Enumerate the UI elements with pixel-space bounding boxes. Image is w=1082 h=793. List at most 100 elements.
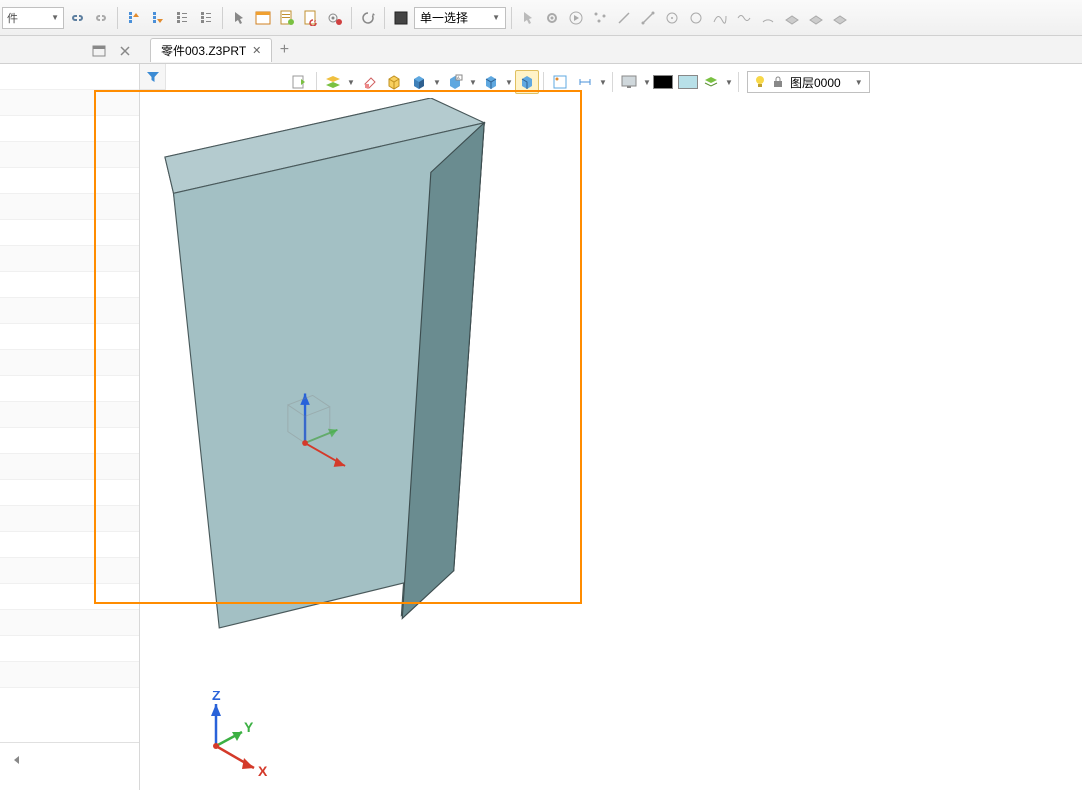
tree-row[interactable] [0, 662, 139, 688]
dropdown-arrow-icon[interactable]: ▼ [346, 78, 356, 87]
svg-text:A: A [457, 75, 460, 80]
chevron-down-icon: ▼ [492, 13, 500, 22]
left-panel-rows [0, 64, 139, 742]
layers-icon[interactable] [699, 70, 723, 94]
tree-row[interactable] [0, 272, 139, 298]
tree-row[interactable] [0, 454, 139, 480]
tab-add-button[interactable]: + [274, 40, 294, 60]
surface-icon-1[interactable] [781, 7, 803, 29]
tree-row[interactable] [0, 194, 139, 220]
circle-icon[interactable] [685, 7, 707, 29]
viewport[interactable]: ▼ ▼ A ▼ ▼ ▼ ▼ ▼ 图层0000 [140, 64, 1082, 790]
dropdown-arrow-icon[interactable]: ▼ [468, 78, 478, 87]
view-plane-icon[interactable] [548, 70, 572, 94]
dropdown-arrow-icon[interactable]: ▼ [642, 78, 652, 87]
window-orange-icon[interactable] [252, 7, 274, 29]
cube-shaded-icon[interactable] [407, 70, 431, 94]
filter-funnel-button[interactable] [140, 64, 166, 90]
collapse-left-icon[interactable] [6, 749, 28, 771]
color-swatch-black[interactable] [653, 75, 673, 89]
tree-row[interactable] [0, 402, 139, 428]
document-tab[interactable]: 零件003.Z3PRT ✕ [150, 38, 272, 62]
arc-icon[interactable] [757, 7, 779, 29]
tree-row[interactable] [0, 64, 139, 90]
layer-dropdown[interactable]: 图层0000 ▼ [747, 71, 870, 93]
selection-filter-label: 单一选择 [420, 9, 468, 26]
selection-filter-dropdown[interactable]: 单一选择 ▼ [414, 7, 506, 29]
cube-wireframe-icon[interactable] [382, 70, 406, 94]
dropdown-arrow-icon[interactable]: ▼ [598, 78, 608, 87]
tree-row[interactable] [0, 298, 139, 324]
cursor-icon[interactable] [228, 7, 250, 29]
solid-model [140, 98, 1082, 790]
dropdown-arrow-icon[interactable]: ▼ [724, 78, 734, 87]
monitor-icon[interactable] [617, 70, 641, 94]
tree-row[interactable] [0, 532, 139, 558]
sort-asc-icon[interactable] [123, 7, 145, 29]
color-swatch-cyan[interactable] [678, 75, 698, 89]
tree-row[interactable] [0, 350, 139, 376]
tree-row[interactable] [0, 246, 139, 272]
sort-desc-icon[interactable] [147, 7, 169, 29]
part-type-dropdown[interactable]: 件 ▼ [2, 7, 64, 29]
chevron-down-icon: ▼ [51, 13, 59, 22]
surface-icon-3[interactable] [829, 7, 851, 29]
tree-row[interactable] [0, 376, 139, 402]
link-icon[interactable] [66, 7, 88, 29]
tab-bar: 零件003.Z3PRT ✕ + [0, 36, 1082, 64]
left-panel [0, 64, 140, 790]
canvas-3d[interactable]: X Y Z [140, 98, 1082, 790]
document-new-icon[interactable] [276, 7, 298, 29]
cube-highlighted-icon[interactable] [515, 70, 539, 94]
tab-label: 零件003.Z3PRT [161, 42, 246, 59]
insert-icon[interactable] [288, 70, 312, 94]
tree-row[interactable] [0, 506, 139, 532]
eraser-icon[interactable] [357, 70, 381, 94]
dropdown-arrow-icon[interactable]: ▼ [432, 78, 442, 87]
list-icon-2[interactable] [195, 7, 217, 29]
panel-restore-icon[interactable] [88, 40, 110, 62]
tree-row[interactable] [0, 636, 139, 662]
unlink-icon[interactable] [90, 7, 112, 29]
wave-icon[interactable] [733, 7, 755, 29]
circle-center-icon[interactable] [661, 7, 683, 29]
dimension-icon[interactable] [573, 70, 597, 94]
part-type-label: 件 [7, 10, 18, 26]
tree-row[interactable] [0, 324, 139, 350]
line-icon[interactable] [613, 7, 635, 29]
panel-close-icon[interactable] [114, 40, 136, 62]
dropdown-arrow-icon[interactable]: ▼ [504, 78, 514, 87]
tree-row[interactable] [0, 428, 139, 454]
tree-row[interactable] [0, 168, 139, 194]
tree-row[interactable] [0, 142, 139, 168]
document-refresh-icon[interactable] [300, 7, 322, 29]
tree-row[interactable] [0, 480, 139, 506]
selection-box-icon[interactable] [390, 7, 412, 29]
tree-row[interactable] [0, 116, 139, 142]
axis-x-label: X [258, 763, 268, 779]
spline-icon[interactable] [709, 7, 731, 29]
gear-record-icon[interactable] [324, 7, 346, 29]
cube-annotated-icon[interactable]: A [443, 70, 467, 94]
tree-row[interactable] [0, 220, 139, 246]
view-axis-triad: X Y Z [186, 691, 276, 784]
cube-iso-icon[interactable] [479, 70, 503, 94]
surface-icon-2[interactable] [805, 7, 827, 29]
points-icon[interactable] [589, 7, 611, 29]
axis-y-label: Y [244, 719, 254, 735]
rotate-icon[interactable] [357, 7, 379, 29]
list-icon-1[interactable] [171, 7, 193, 29]
tree-row[interactable] [0, 610, 139, 636]
layers-stack-icon[interactable] [321, 70, 345, 94]
left-panel-footer [0, 742, 139, 790]
pointer-icon[interactable] [517, 7, 539, 29]
lock-icon [772, 76, 784, 88]
play-icon[interactable] [565, 7, 587, 29]
gear-icon[interactable] [541, 7, 563, 29]
tree-row[interactable] [0, 558, 139, 584]
tree-row[interactable] [0, 584, 139, 610]
tab-close-icon[interactable]: ✕ [252, 44, 261, 57]
edge-icon[interactable] [637, 7, 659, 29]
chevron-down-icon: ▼ [855, 78, 863, 87]
tree-row[interactable] [0, 90, 139, 116]
